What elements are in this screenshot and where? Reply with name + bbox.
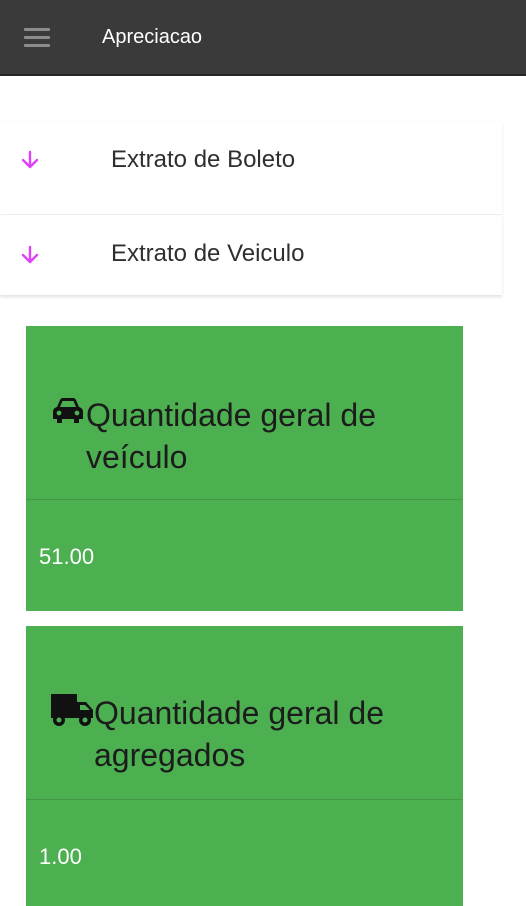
card-header: Quantidade geral de veículo: [26, 326, 463, 500]
card-title-line-2: agregados: [94, 737, 246, 773]
card-header: Quantidade geral de agregados: [26, 626, 463, 800]
panel-label: Extrato de Veiculo: [111, 240, 305, 267]
app-bar: Apreciacao: [0, 0, 526, 76]
page-title: Apreciacao: [102, 26, 203, 48]
card-title-line-1: Quantidade geral de: [86, 397, 376, 433]
arrow-down-icon: [21, 245, 39, 264]
hamburger-menu-icon[interactable]: [20, 24, 56, 52]
panel-label: Extrato de Boleto: [111, 146, 296, 173]
panel-extrato-veiculo[interactable]: Extrato de Veiculo: [0, 215, 502, 295]
card-title-line-1: Quantidade geral de: [94, 695, 384, 731]
arrow-down-icon: [21, 150, 39, 169]
panel-extrato-boleto[interactable]: Extrato de Boleto: [0, 122, 502, 214]
card-quantidade-agregados: Quantidade geral de agregados 1.00: [26, 626, 463, 906]
card-title-line-2: veículo: [86, 439, 188, 475]
truck-icon: [51, 694, 93, 726]
card-value: 51.00: [39, 544, 95, 569]
car-icon: [53, 398, 83, 423]
card-value: 1.00: [39, 844, 82, 869]
card-quantidade-veiculo: Quantidade geral de veículo 51.00: [26, 326, 463, 611]
